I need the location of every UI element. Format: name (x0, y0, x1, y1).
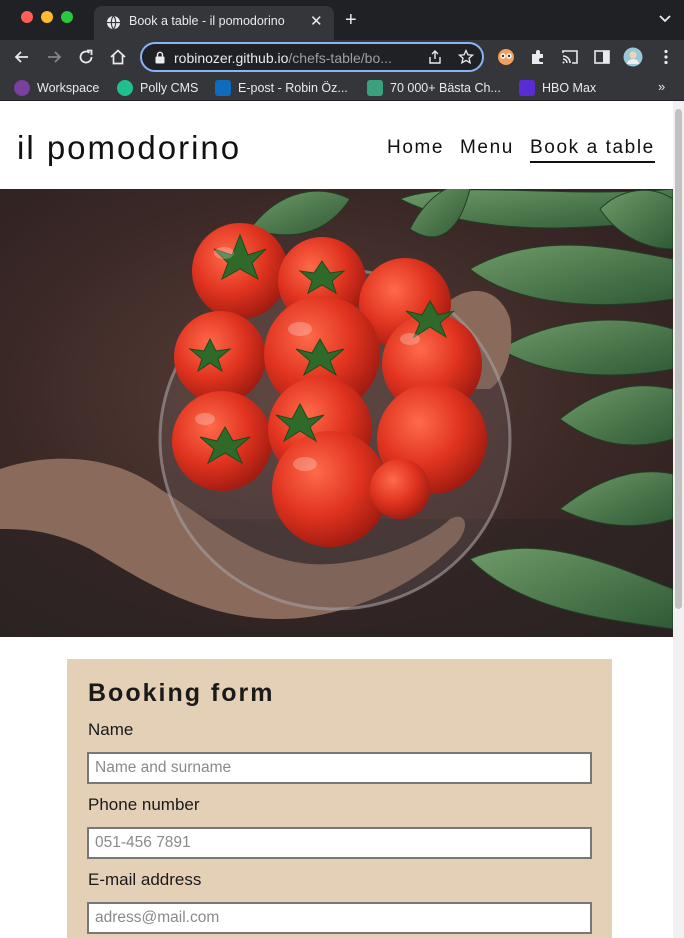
browser-toolbar: robinozer.github.io/chefs-table/bo... (0, 40, 684, 74)
browser-menu-icon[interactable] (656, 47, 676, 67)
site-header: il pomodorino Home Menu Book a table (0, 101, 673, 189)
minimize-window-button[interactable] (41, 11, 53, 23)
bookmark-polly-cms[interactable]: Polly CMS (117, 78, 198, 98)
email-label: E-mail address (88, 870, 202, 889)
back-arrow-icon[interactable] (12, 47, 32, 67)
close-tab-icon[interactable]: ✕ (310, 12, 323, 32)
bookmark-site-icon (367, 80, 383, 96)
booking-form: Booking form Name Phone number E-mail ad… (67, 659, 612, 938)
nav-book-a-table[interactable]: Book a table (530, 137, 655, 163)
active-tab[interactable]: Book a table - il pomodorino ✕ (94, 6, 334, 40)
nav-menu[interactable]: Menu (460, 137, 514, 159)
globe-icon (106, 15, 121, 30)
name-input[interactable] (87, 752, 592, 784)
extensions-puzzle-icon[interactable] (528, 47, 548, 67)
home-icon[interactable] (108, 47, 128, 67)
share-icon[interactable] (427, 49, 443, 65)
polly-icon (117, 80, 133, 96)
bookmark-basta-ch[interactable]: 70 000+ Bästa Ch... (367, 78, 501, 98)
more-bookmarks-icon[interactable]: » (658, 79, 665, 94)
booking-form-title: Booking form (88, 679, 275, 707)
page-scrollbar[interactable] (673, 101, 684, 938)
extension-owl-icon[interactable] (496, 47, 516, 67)
email-input[interactable] (87, 902, 592, 934)
profile-avatar-icon[interactable] (623, 47, 643, 67)
tab-search-chevron-icon[interactable] (658, 12, 672, 26)
new-tab-button[interactable]: + (345, 9, 357, 31)
workspace-icon (14, 80, 30, 96)
close-window-button[interactable] (21, 11, 33, 23)
cast-icon[interactable] (560, 47, 580, 67)
hero-tomatoes-image (0, 189, 673, 637)
nav-home[interactable]: Home (387, 137, 444, 159)
web-page: il pomodorino Home Menu Book a table Boo… (0, 101, 673, 938)
lock-icon[interactable] (154, 51, 166, 64)
bookmark-outlook[interactable]: E-post - Robin Öz... (215, 78, 348, 98)
site-logo[interactable]: il pomodorino (17, 129, 241, 167)
browser-tab-strip: Book a table - il pomodorino ✕ + (0, 0, 684, 40)
phone-number-label: Phone number (88, 795, 200, 814)
side-panel-icon[interactable] (592, 47, 612, 67)
scrollbar-thumb[interactable] (675, 109, 682, 609)
bookmarks-bar: Workspace Polly CMS E-post - Robin Öz...… (0, 74, 684, 101)
url-text[interactable]: robinozer.github.io/chefs-table/bo... (174, 50, 392, 66)
outlook-icon (215, 80, 231, 96)
phone-number-input[interactable] (87, 827, 592, 859)
reload-icon[interactable] (76, 47, 96, 67)
bookmark-workspace[interactable]: Workspace (14, 78, 99, 98)
address-bar[interactable]: robinozer.github.io/chefs-table/bo... (140, 42, 484, 72)
bookmark-star-icon[interactable] (458, 49, 474, 65)
bookmark-hbo-max[interactable]: HBO Max (519, 78, 596, 98)
name-label: Name (88, 720, 134, 739)
tab-title: Book a table - il pomodorino (129, 14, 285, 28)
hbo-max-icon (519, 80, 535, 96)
forward-arrow-icon[interactable] (44, 47, 64, 67)
maximize-window-button[interactable] (61, 11, 73, 23)
